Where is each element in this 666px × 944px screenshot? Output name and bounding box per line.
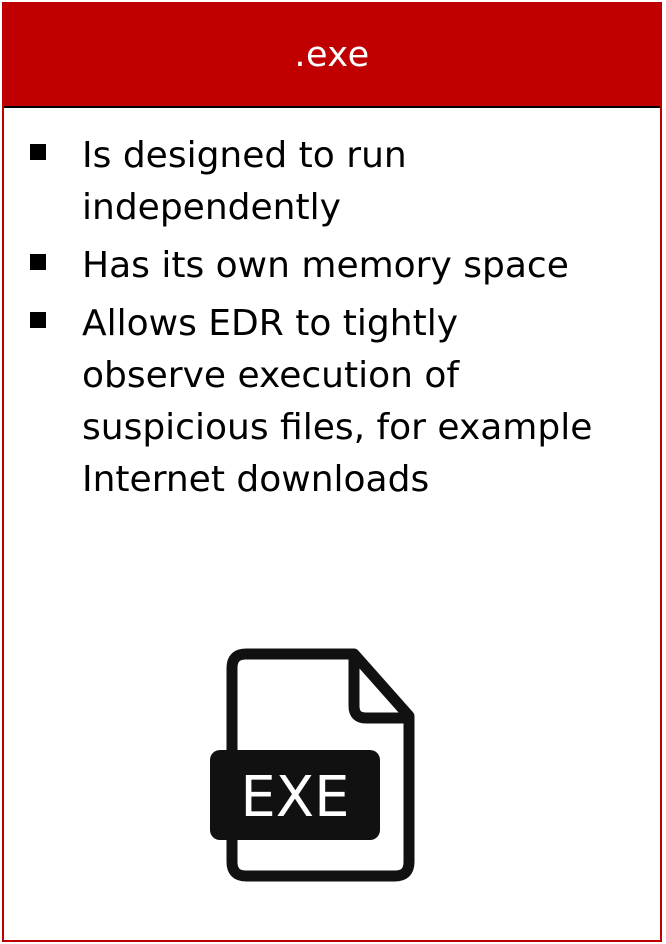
feature-list: Is designed to run independently Has its… [30,130,640,512]
exe-card: .exe Is designed to run independently Ha… [2,2,662,942]
list-item: Has its own memory space [30,240,640,292]
list-item: Is designed to run independently [30,130,640,234]
list-item-line: Allows EDR to tightly [82,303,459,344]
list-item-line: Internet downloads [82,459,430,500]
card-title: .exe [294,35,370,75]
square-bullet-icon [30,312,46,328]
list-item-line: Is designed to run [82,135,407,176]
list-item-line: suspicious files, for example [82,407,593,448]
list-item-line: Has its own memory space [82,245,569,286]
exe-file-icon: EXE [204,644,419,886]
list-item-line: observe execution of [82,355,460,396]
list-item-line: independently [82,187,341,228]
square-bullet-icon [30,254,46,270]
card-header: .exe [4,4,660,108]
list-item: Allows EDR to tightly observe execution … [30,298,640,506]
exe-icon-label: EXE [240,765,349,830]
square-bullet-icon [30,144,46,160]
